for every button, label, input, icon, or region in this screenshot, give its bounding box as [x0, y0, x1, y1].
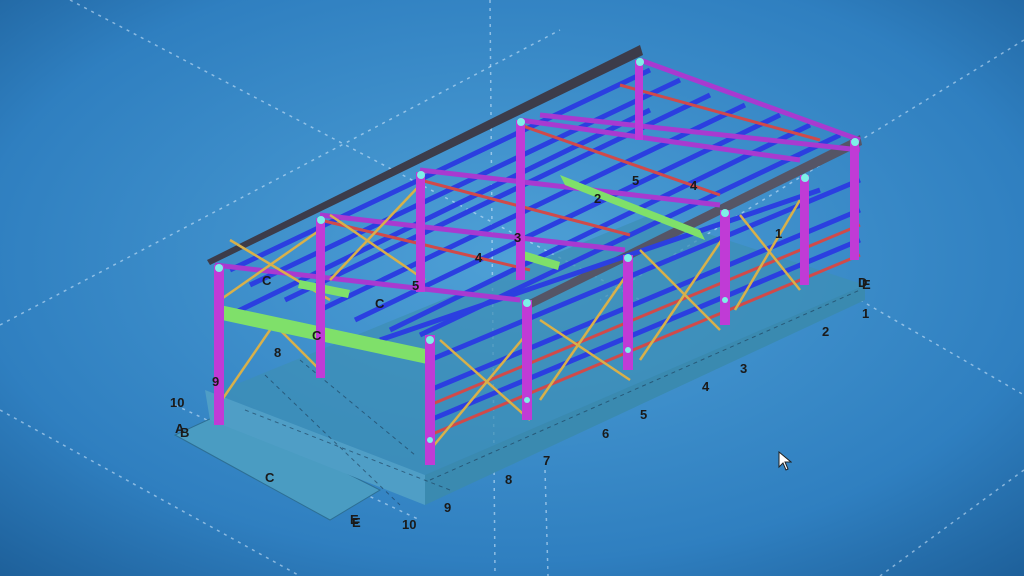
grid-label: 5 — [412, 278, 419, 293]
grid-label: 7 — [543, 453, 550, 468]
grid-label: C — [262, 273, 272, 288]
grid-label: 5 — [640, 407, 647, 422]
grid-label: 4 — [475, 250, 483, 265]
grid-label: 2 — [822, 324, 829, 339]
grid-label: 4 — [702, 379, 710, 394]
grid-label: 10 — [170, 395, 184, 410]
grid-label: 4 — [690, 178, 698, 193]
grid-label: C — [312, 328, 322, 343]
grid-label: 9 — [212, 374, 219, 389]
grid-label: 1 — [862, 306, 869, 321]
grid-label: 2 — [594, 191, 601, 206]
grid-label: C — [265, 470, 275, 485]
grid-label: C — [375, 296, 385, 311]
grid-label: 10 — [402, 517, 416, 532]
grid-label: 3 — [740, 361, 747, 376]
steel-frame-3d-model[interactable]: 10 A B C E 1 2 3 4 5 6 7 8 9 10 E D 9 8 … — [0, 0, 1024, 576]
mouse-pointer-icon — [778, 451, 792, 471]
model-viewport[interactable]: 10 A B C E 1 2 3 4 5 6 7 8 9 10 E D 9 8 … — [0, 0, 1024, 576]
grid-label: B — [180, 425, 189, 440]
grid-label: 8 — [505, 472, 512, 487]
grid-label: 5 — [632, 173, 639, 188]
grid-label: D — [858, 275, 867, 290]
grid-label: E — [350, 512, 359, 527]
grid-label: 3 — [514, 230, 521, 245]
grid-label: 8 — [274, 345, 281, 360]
grid-label: 1 — [775, 226, 782, 241]
grid-label: 6 — [602, 426, 609, 441]
grid-label: 9 — [444, 500, 451, 515]
